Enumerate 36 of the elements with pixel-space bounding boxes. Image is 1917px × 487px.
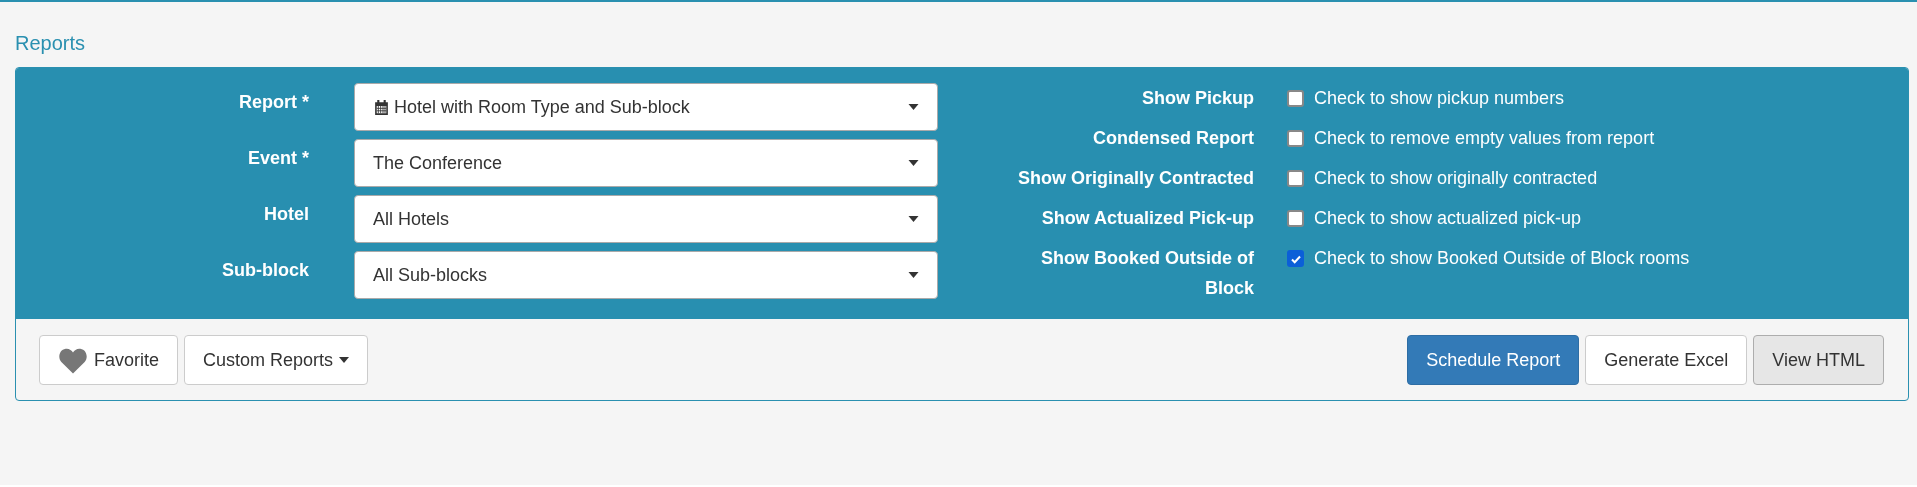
dropdown-select[interactable]: Hotel with Room Type and Sub-block — [354, 83, 938, 131]
heart-icon — [58, 346, 88, 374]
checkbox[interactable] — [1287, 90, 1304, 107]
option-label: Show Pickup — [1140, 87, 1254, 110]
option-label: Show Actualized Pick-up — [1040, 207, 1254, 230]
option-label: Show Booked Outside of Block — [1040, 247, 1254, 300]
dropdown-select[interactable]: The Conference — [354, 139, 938, 187]
checkbox[interactable] — [1287, 210, 1304, 227]
page-title: Reports — [15, 32, 87, 55]
option-label: Show Originally Contracted — [1016, 167, 1254, 190]
field-label: Event * — [246, 147, 309, 169]
caret-icon — [908, 272, 919, 278]
favorite-button[interactable]: Favorite — [39, 335, 179, 385]
option-label: Condensed Report — [1092, 127, 1254, 150]
dropdown-button[interactable]: Custom Reports — [184, 335, 369, 385]
caret-icon — [908, 216, 919, 222]
checkbox-label: Check to show actualized pick-up — [1314, 207, 1582, 230]
checkbox-label: Check to show Booked Outside of Block rooms — [1314, 247, 1690, 270]
action-button[interactable]: Generate Excel — [1585, 335, 1748, 385]
calendar-icon — [373, 98, 390, 116]
field-label: Report * — [238, 91, 309, 113]
action-button[interactable]: Schedule Report — [1407, 335, 1580, 385]
checkbox-label: Check to remove empty values from report — [1314, 127, 1655, 150]
dropdown-select[interactable]: All Hotels — [354, 195, 938, 243]
checkbox-label: Check to show originally contracted — [1314, 167, 1598, 190]
caret-icon — [339, 357, 350, 363]
checkbox[interactable] — [1287, 250, 1304, 267]
field-label: Hotel — [263, 203, 309, 225]
field-label: Sub-block — [221, 259, 309, 281]
action-button[interactable]: View HTML — [1753, 335, 1884, 385]
caret-icon — [908, 160, 919, 166]
checkbox[interactable] — [1287, 170, 1304, 187]
dropdown-select[interactable]: All Sub-blocks — [354, 251, 938, 299]
checkbox[interactable] — [1287, 130, 1304, 147]
caret-icon — [908, 104, 919, 110]
checkbox-label: Check to show pickup numbers — [1314, 87, 1565, 110]
